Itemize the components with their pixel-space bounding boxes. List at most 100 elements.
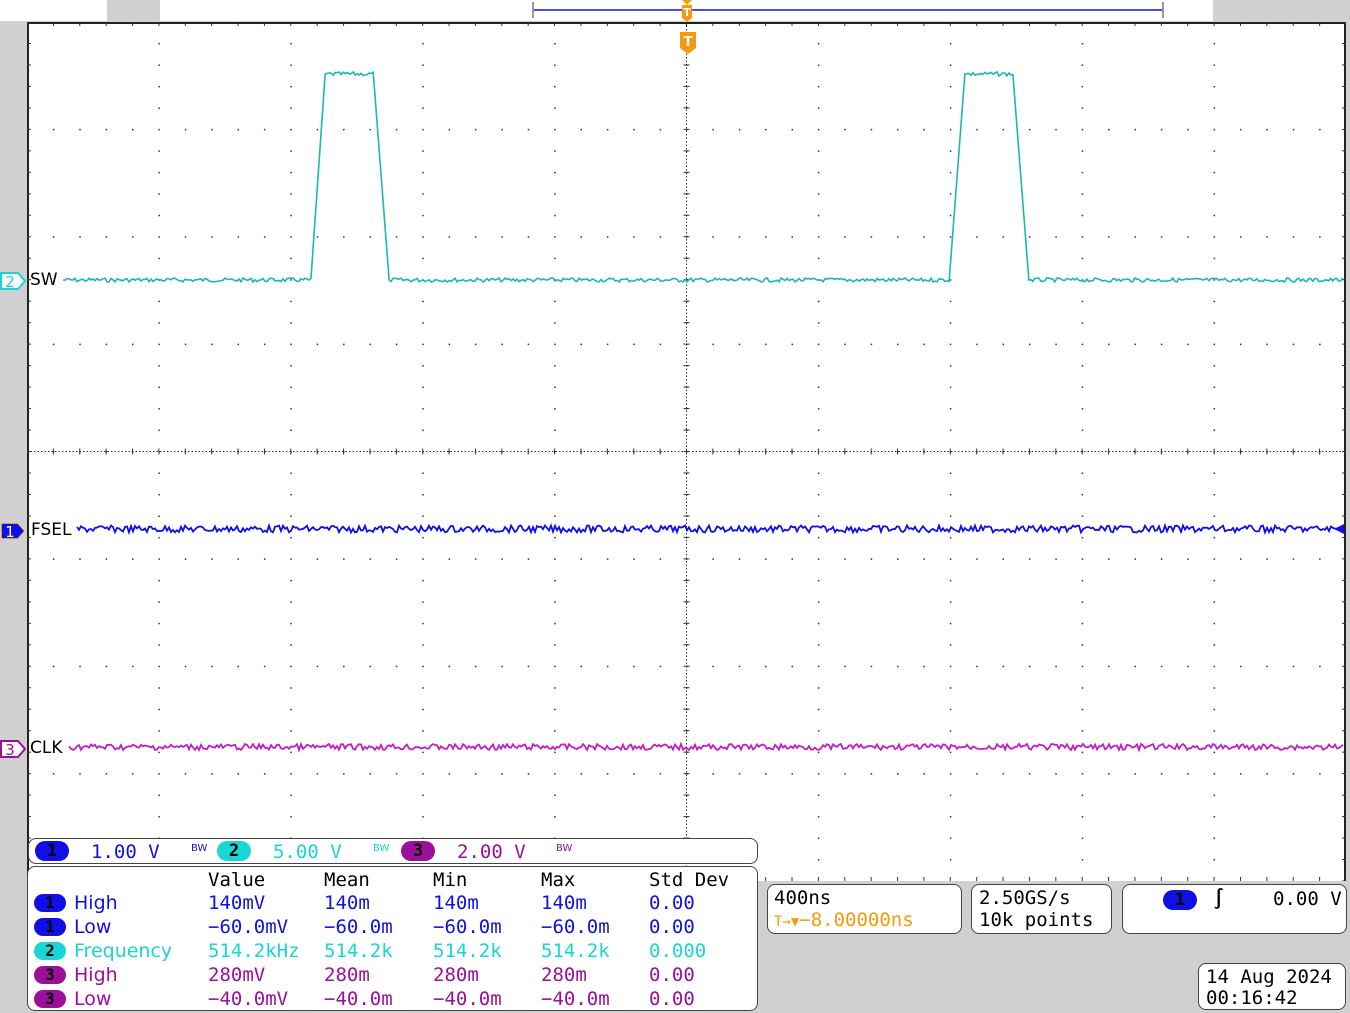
grid-dot: [1081, 515, 1084, 517]
measurement-row[interactable]: 1 High 140mV 140m 140m 140m 0.00: [28, 891, 757, 915]
ch1-ground-marker[interactable]: 1: [0, 522, 26, 540]
ch2-ground-marker[interactable]: 2: [0, 272, 26, 290]
grid-dot: [290, 515, 292, 517]
grid-dot: [1081, 150, 1084, 152]
measurement-std: 0.000: [649, 940, 707, 962]
grid-dot: [791, 128, 794, 131]
grid-dot: [949, 837, 952, 840]
trigger-position-icon[interactable]: T: [679, 32, 697, 54]
grid-dot: [949, 579, 952, 582]
grid-dot: [554, 493, 556, 496]
grid-dot: [422, 622, 424, 625]
grid-dot: [1213, 837, 1216, 840]
grid-dot: [422, 150, 424, 152]
ch2-badge[interactable]: 2: [217, 841, 251, 861]
ch3-ground-marker[interactable]: 3: [0, 740, 26, 758]
grid-dot: [1213, 773, 1216, 775]
grid-dot: [949, 300, 952, 303]
measurement-min: 514.2k: [433, 940, 502, 962]
grid-dot: [554, 343, 556, 346]
grid-dot: [554, 644, 556, 646]
grid-dot: [1213, 150, 1216, 152]
waveform-display: [27, 22, 1346, 881]
grid-dot: [290, 751, 292, 754]
grid-dot: [237, 558, 240, 560]
grid-dot: [1319, 773, 1321, 775]
grid-dot: [949, 859, 952, 861]
grid-dot: [1081, 171, 1084, 174]
grid-dot: [1266, 236, 1268, 238]
record-view-window[interactable]: [532, 2, 1164, 18]
grid-dot: [422, 665, 424, 668]
grid-dot: [1002, 558, 1005, 560]
grid-dot: [422, 558, 424, 560]
grid-dot: [79, 665, 81, 668]
header-mean: Mean: [324, 869, 370, 891]
grid-dot: [369, 773, 371, 775]
grid-dot: [949, 408, 952, 410]
grid-dot: [1213, 730, 1216, 732]
grid-dot: [659, 665, 662, 668]
grid-dot: [949, 515, 952, 517]
measurement-value: 280mV: [208, 964, 266, 986]
svg-text:1: 1: [5, 523, 15, 540]
measurement-row[interactable]: 2 Frequency 514.2kHz 514.2k 514.2k 514.2k 0.00…: [28, 939, 757, 963]
grid-dot: [290, 42, 292, 45]
grid-dot: [1187, 128, 1189, 131]
grid-dot: [1081, 536, 1084, 539]
grid-dot: [290, 708, 292, 711]
grid-dot: [1081, 107, 1084, 109]
grid-dot: [105, 665, 108, 668]
grid-dot: [659, 128, 662, 131]
grid-dot: [422, 365, 424, 367]
ch1-badge[interactable]: 1: [35, 841, 69, 861]
measurement-row[interactable]: 3 High 280mV 280m 280m 280m 0.00: [28, 963, 757, 987]
grid-dot: [1213, 708, 1216, 711]
grid-dot: [290, 150, 292, 152]
grid-dot: [606, 665, 609, 668]
grid-dot: [949, 343, 952, 346]
grid-dot: [1292, 665, 1295, 668]
grid-dot: [527, 128, 530, 131]
measurement-max: −40.0m: [541, 988, 610, 1010]
ch3-badge[interactable]: 3: [401, 841, 435, 861]
measurement-row[interactable]: 3 Low −40.0mV −40.0m −40.0m −40.0m 0.00: [28, 987, 757, 1011]
grid-dot: [1002, 236, 1005, 238]
grid-dot: [1081, 579, 1084, 582]
acquisition-panel[interactable]: 2.50GS/s 10k points: [971, 884, 1112, 934]
measurement-channel-badge: 3: [34, 990, 66, 1008]
ch1-label: FSEL: [31, 520, 72, 540]
grid-dot: [316, 665, 319, 668]
trigger-panel[interactable]: 1 ∫ 0.00 V: [1122, 884, 1347, 934]
ch1-bw-limit-icon: BW: [191, 843, 208, 854]
grid-dot: [158, 343, 160, 346]
grid-dot: [554, 665, 556, 668]
grid-dot: [1160, 128, 1163, 131]
grid-dot: [949, 365, 952, 367]
measurement-row[interactable]: 1 Low −60.0mV −60.0m −60.0m −60.0m 0.00: [28, 915, 757, 939]
grid-dot: [158, 64, 160, 66]
grid-dot: [448, 343, 451, 346]
ch2-scale[interactable]: 5.00 V: [273, 839, 342, 865]
ch2-sw-waveform: [62, 70, 1344, 284]
measurement-value: −60.0mV: [208, 916, 289, 938]
grid-dot: [343, 558, 345, 560]
grid-dot: [184, 343, 187, 346]
grid-dot: [1002, 665, 1005, 668]
grid-dot: [1239, 773, 1242, 775]
grid-dot: [738, 128, 741, 131]
grid-dot: [817, 665, 820, 668]
ch3-scale[interactable]: 2.00 V: [457, 839, 526, 865]
grid-dot: [1081, 665, 1084, 668]
grid-dot: [554, 193, 556, 195]
grid-dot: [817, 687, 820, 689]
measurement-min: 280m: [433, 964, 479, 986]
measurement-std: 0.00: [649, 988, 695, 1010]
grid-dot: [554, 300, 556, 303]
grid-dot: [633, 665, 635, 668]
timebase-panel[interactable]: 400ns T→▼−8.00000ns: [767, 884, 962, 934]
grid-dot: [1108, 665, 1110, 668]
ch1-scale[interactable]: 1.00 V: [91, 839, 160, 865]
grid-dot: [1055, 665, 1057, 668]
grid-dot: [263, 665, 266, 668]
